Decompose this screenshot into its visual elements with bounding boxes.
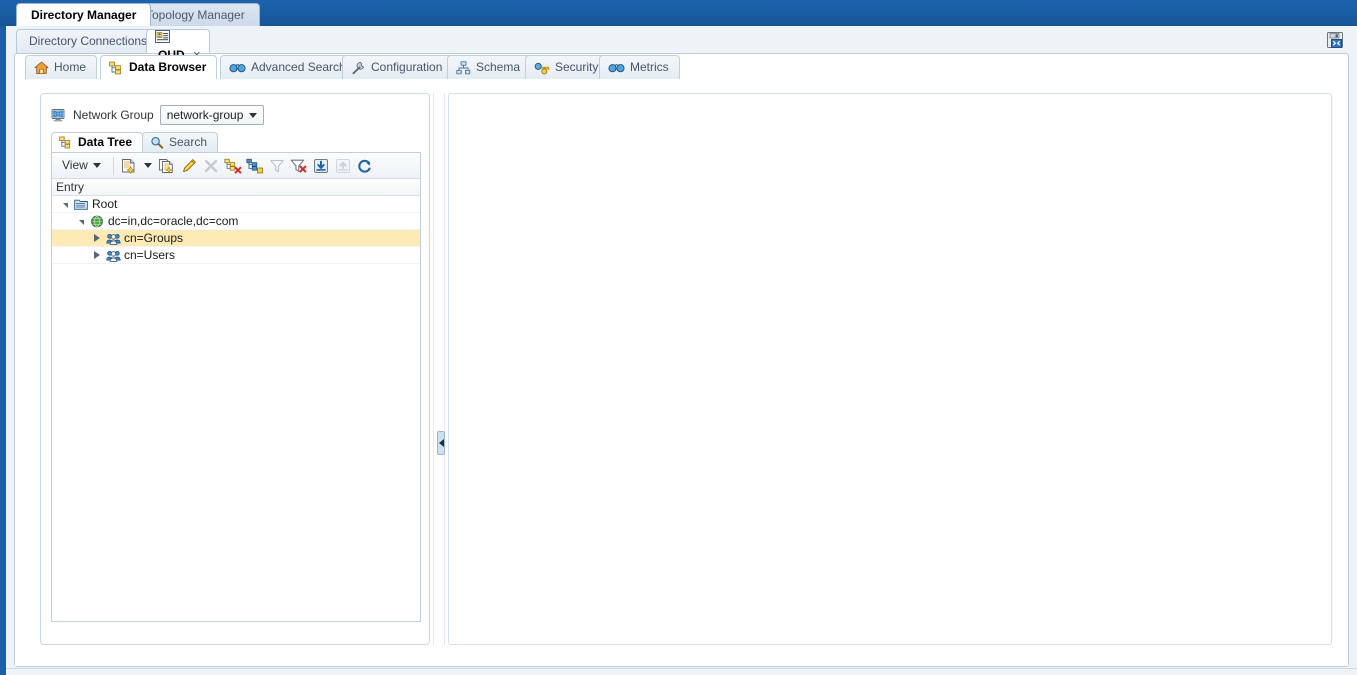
tree-row-label: cn=Groups (124, 230, 184, 245)
tab-metrics[interactable]: Metrics (599, 55, 680, 79)
new-entry-button[interactable] (118, 155, 140, 177)
chevron-down-icon (92, 163, 101, 168)
data-tree-icon (59, 136, 73, 149)
splitter-line-left (433, 93, 434, 645)
tab-data-tree[interactable]: Data Tree (51, 132, 144, 152)
chevron-down-icon (249, 112, 258, 118)
domain-globe-icon (88, 213, 106, 230)
connection-tab-strip: Directory Connections OUD × (6, 26, 1357, 62)
view-menu-button[interactable]: View (52, 153, 109, 178)
tree-row-users[interactable]: cn=Users (52, 247, 420, 264)
connection-card-icon (155, 30, 201, 43)
binoculars-icon (229, 62, 246, 74)
triangle-left-icon (438, 439, 444, 447)
schema-icon (456, 60, 471, 75)
data-browser-body: Network Group network-group Data Tree Se… (15, 79, 1348, 666)
tree-row-label: dc=in,dc=oracle,dc=com (108, 213, 239, 228)
tab-schema-label: Schema (476, 60, 521, 74)
tree-row-root[interactable]: Root (52, 196, 420, 213)
toolbar-separator (112, 156, 114, 175)
inner-tab-strip: Data Tree Search (51, 132, 421, 152)
delete-entry-button[interactable] (200, 155, 222, 177)
import-ldif-button[interactable] (310, 155, 332, 177)
tab-schema[interactable]: Schema (447, 55, 532, 79)
splitter-line-right (444, 93, 445, 645)
group-icon (104, 247, 122, 264)
connection-tab-oud[interactable]: OUD × (146, 29, 210, 62)
root-folder-icon (72, 196, 90, 213)
application-shell: Directory Connections OUD × (6, 26, 1357, 675)
triangle-collapsed-icon (94, 251, 100, 259)
tab-home[interactable]: Home (25, 55, 98, 79)
application-tab-bar: Directory Manager Topology Manager (0, 0, 1357, 26)
content-panel: Home Data Browser Advanced Search Config… (14, 53, 1349, 667)
refresh-button[interactable] (354, 155, 376, 177)
app-tab-directory-manager[interactable]: Directory Manager (16, 3, 152, 26)
expand-toggle-groups[interactable] (90, 230, 104, 247)
expand-toggle-domain[interactable] (74, 213, 88, 230)
tab-data-browser[interactable]: Data Browser (100, 55, 218, 79)
connection-tab-directory-connections[interactable]: Directory Connections (16, 29, 161, 53)
wrench-icon (351, 61, 366, 75)
triangle-collapsed-icon (94, 234, 100, 242)
tree-row-groups[interactable]: cn=Groups (52, 230, 420, 247)
network-group-select[interactable]: network-group (159, 105, 265, 125)
tree-row-label: cn=Users (124, 247, 176, 262)
network-group-label: Network Group (73, 108, 154, 122)
filter-button[interactable] (266, 155, 288, 177)
magnifier-icon (150, 136, 164, 149)
edit-entry-button[interactable] (178, 155, 200, 177)
tab-search-label: Search (169, 135, 208, 149)
feature-tab-strip: Home Data Browser Advanced Search Config… (15, 55, 1348, 80)
clear-filter-button[interactable] (288, 155, 310, 177)
triangle-expanded-icon (78, 219, 84, 225)
group-icon (104, 230, 122, 247)
tree-rows: Root dc=in,dc=oracle,dc=com cn=Groups cn… (52, 196, 420, 621)
tab-search[interactable]: Search (142, 132, 219, 152)
tab-security[interactable]: Security (525, 55, 610, 79)
triangle-expanded-icon (62, 202, 68, 208)
export-ldif-button[interactable] (332, 155, 354, 177)
tab-advanced-search-label: Advanced Search (251, 60, 346, 74)
network-group-row: Network Group network-group (51, 104, 265, 126)
tab-advanced-search[interactable]: Advanced Search (220, 55, 357, 79)
app-tab-directory-manager-label: Directory Manager (31, 8, 137, 22)
status-strip (6, 668, 1357, 675)
key-icon (534, 61, 550, 75)
copy-dn-button[interactable] (244, 155, 266, 177)
caret-down-icon (143, 163, 152, 168)
tab-home-label: Home (54, 60, 87, 74)
tab-security-label: Security (555, 60, 599, 74)
binoculars-icon (608, 62, 625, 74)
tab-data-tree-label: Data Tree (78, 135, 133, 149)
panel-collapse-handle[interactable] (437, 431, 445, 455)
connection-tab-directory-connections-label: Directory Connections (29, 34, 148, 48)
network-group-icon (51, 108, 67, 123)
save-all-icon[interactable] (1325, 30, 1347, 52)
tab-data-browser-label: Data Browser (129, 60, 207, 74)
data-browser-icon (109, 61, 124, 75)
tree-column-header: Entry (52, 179, 420, 196)
app-tab-topology-manager-label: Topology Manager (146, 8, 245, 22)
tab-configuration[interactable]: Configuration (342, 55, 454, 79)
tab-configuration-label: Configuration (371, 60, 443, 74)
entry-detail-pane (448, 93, 1332, 645)
delete-subtree-button[interactable] (222, 155, 244, 177)
new-entry-dropdown[interactable] (140, 155, 156, 177)
network-group-selected-value: network-group (166, 107, 244, 122)
tree-row-domain[interactable]: dc=in,dc=oracle,dc=com (52, 213, 420, 230)
view-menu-label: View (62, 158, 88, 172)
tree-box: View Entry Root dc=in,dc=oracle,dc=com c… (51, 152, 421, 622)
tree-row-label: Root (92, 196, 118, 211)
expand-toggle-root[interactable] (58, 196, 72, 213)
tab-metrics-label: Metrics (630, 60, 669, 74)
home-icon (34, 61, 49, 75)
data-tree-region: Network Group network-group Data Tree Se… (40, 93, 430, 645)
expand-toggle-users[interactable] (90, 247, 104, 264)
tree-toolbar: View (52, 153, 420, 179)
duplicate-entry-button[interactable] (156, 155, 178, 177)
